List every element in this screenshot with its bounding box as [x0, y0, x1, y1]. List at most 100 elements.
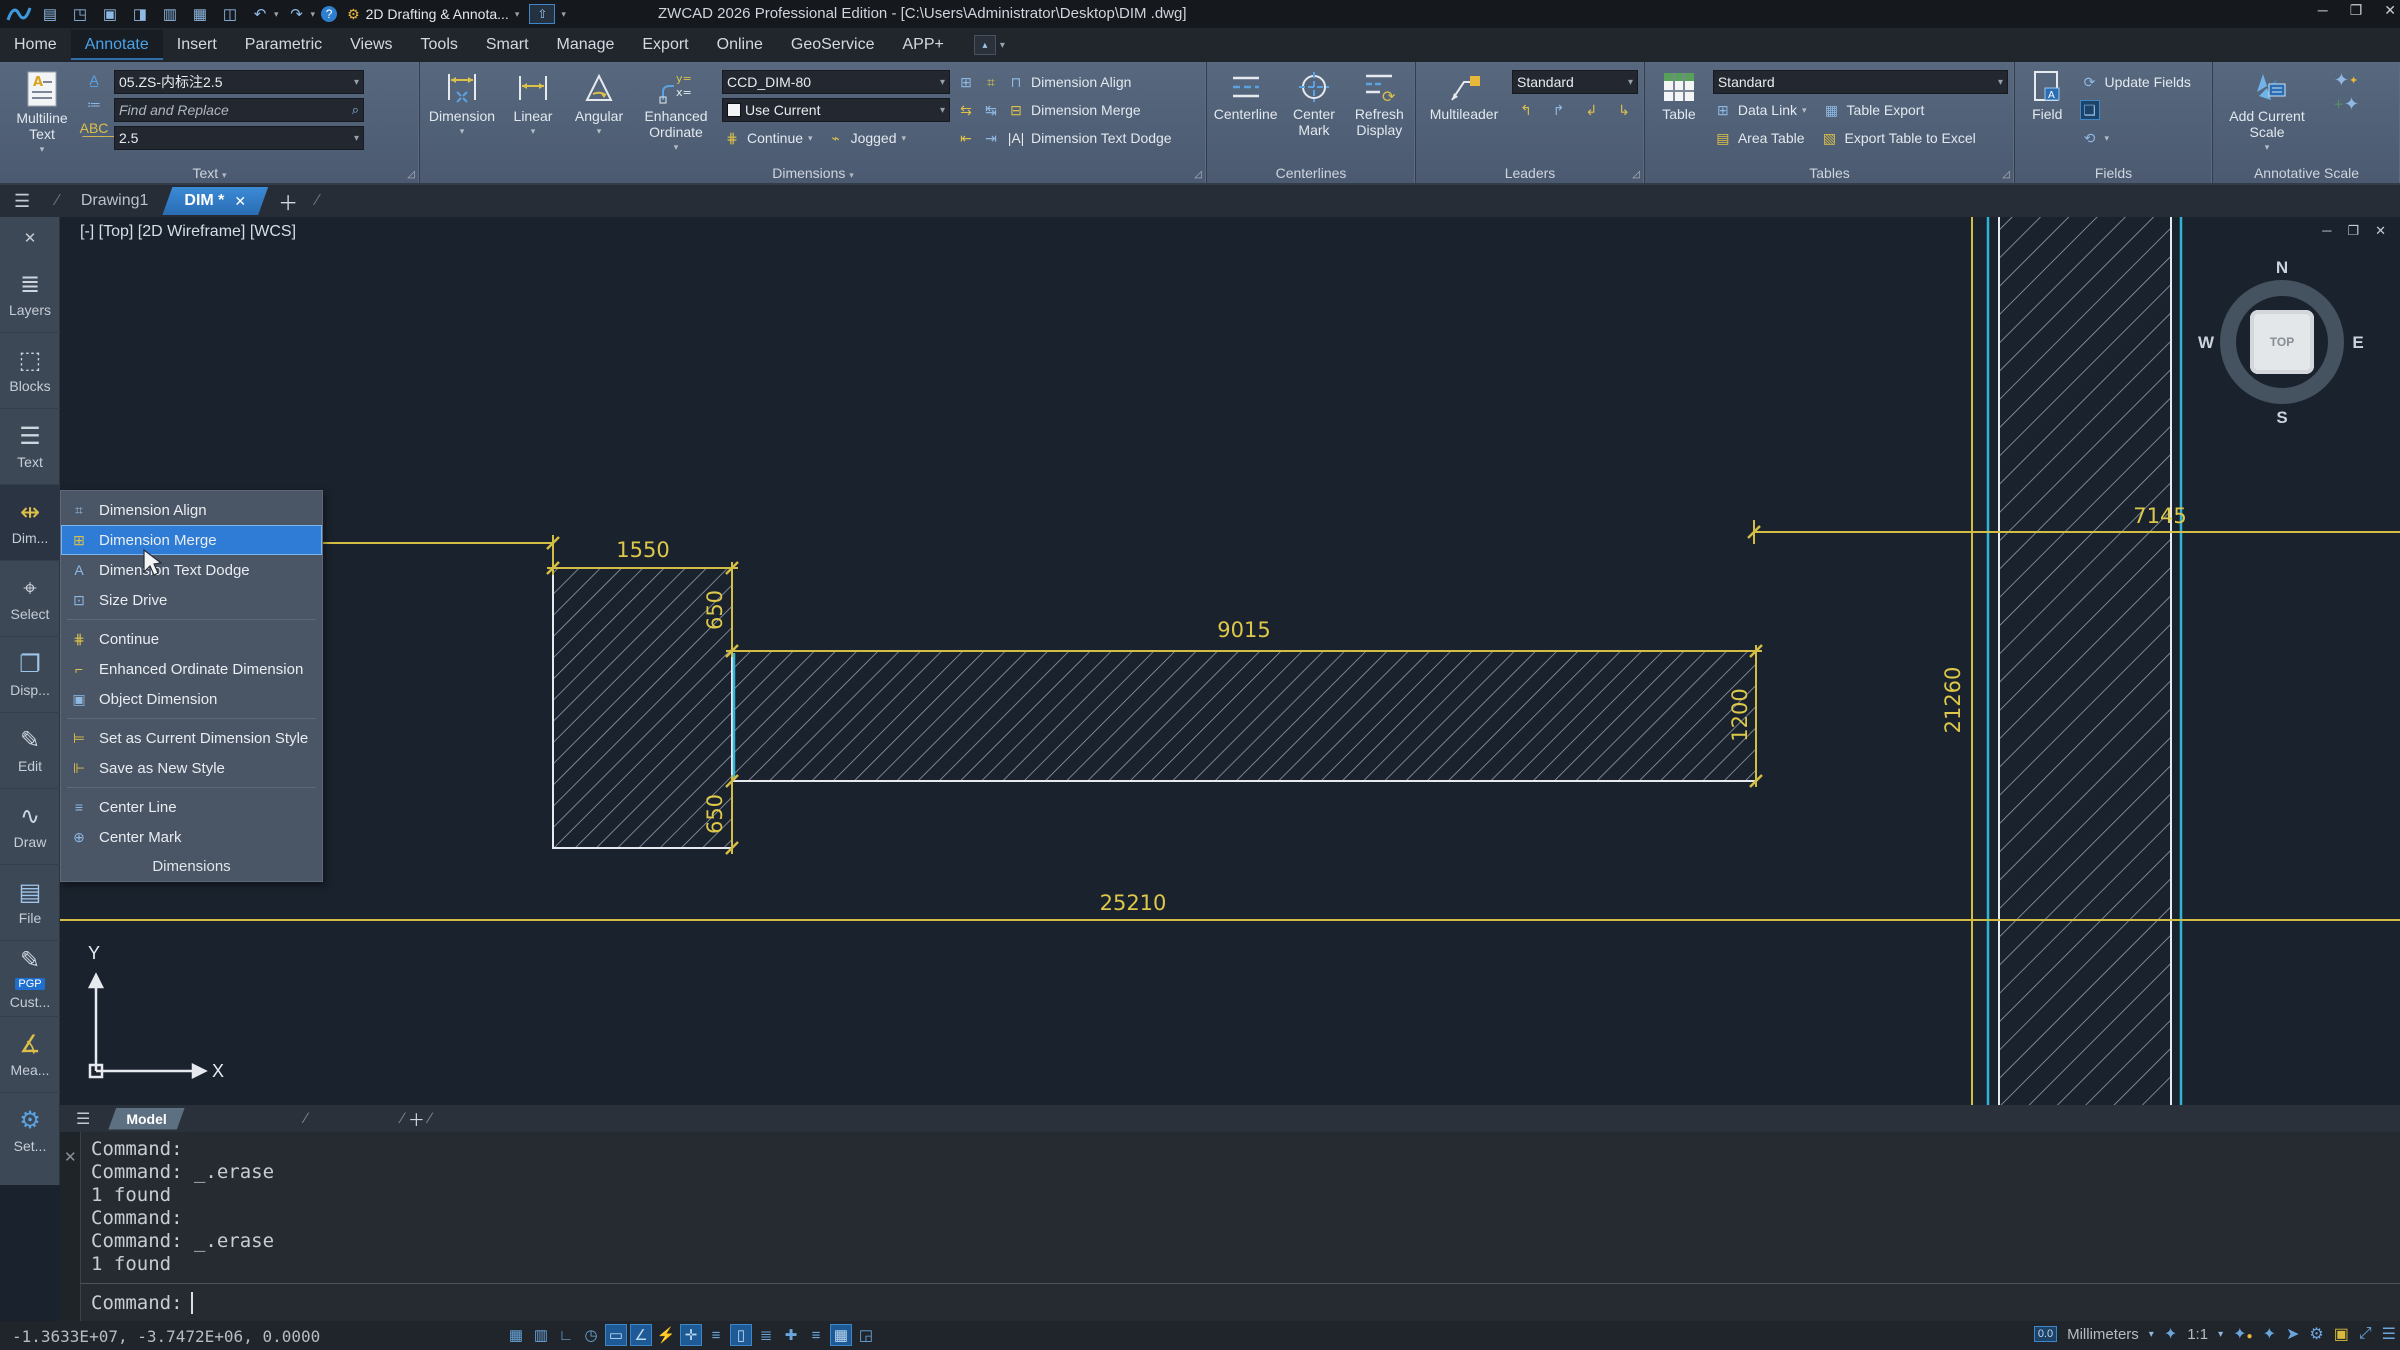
field-display-icon[interactable]: ❏ — [2080, 100, 2100, 120]
remove-leader-icon[interactable]: ↱ — [1549, 100, 1569, 120]
sidebar-item-blocks[interactable]: ⬚Blocks — [0, 333, 60, 409]
dimensions-dialog-launcher[interactable]: ◿ — [1194, 169, 1202, 180]
new-layout-button[interactable]: ＋ — [408, 1106, 425, 1131]
redo-dropdown-caret[interactable]: ▾ — [311, 9, 316, 20]
dim-flip-icon[interactable]: ⇆ — [956, 100, 976, 120]
restore-button[interactable]: ❐ — [2350, 2, 2363, 19]
menu-item-dimension-text-dodge[interactable]: ADimension Text Dodge — [61, 555, 322, 585]
print-icon[interactable]: ▦ — [188, 4, 212, 24]
text-style-icon[interactable]: A̲ — [84, 70, 104, 90]
quick-properties-icon[interactable]: ✚ — [780, 1324, 802, 1346]
data-link-icon[interactable]: ⊞ — [1713, 100, 1733, 120]
linear-button[interactable]: Linear ▾ — [504, 66, 562, 163]
collect-leader-icon[interactable]: ↳ — [1614, 100, 1634, 120]
dynamic-input-icon[interactable]: ▯ — [730, 1324, 752, 1346]
centerline-button[interactable]: Centerline — [1213, 66, 1278, 163]
dim-space-icon[interactable]: ⌗ — [981, 72, 1001, 92]
vp-close-icon[interactable]: ✕ — [2375, 223, 2386, 239]
angular-button[interactable]: Angular ▾ — [568, 66, 630, 163]
multileader-button[interactable]: Multileader — [1422, 66, 1506, 163]
tab-parametric[interactable]: Parametric — [231, 30, 336, 60]
units-select[interactable]: Millimeters — [2067, 1326, 2139, 1343]
tab-app-plus[interactable]: APP+ — [888, 30, 957, 60]
annotation-scale-value[interactable]: 1:1 — [2187, 1326, 2208, 1343]
enhanced-ordinate-caret[interactable]: ▾ — [674, 142, 679, 153]
field-button[interactable]: A Field — [2021, 66, 2074, 163]
tab-annotate[interactable]: Annotate — [71, 30, 163, 60]
tab-views[interactable]: Views — [336, 30, 406, 60]
field-refresh-icon[interactable]: ⟲ — [2080, 128, 2100, 148]
add-current-scale-caret[interactable]: ▾ — [2265, 142, 2270, 153]
sidebar-item-edit[interactable]: ✎Edit — [0, 713, 60, 789]
sidebar-item-dimension[interactable]: ⇹Dim... — [0, 485, 60, 561]
jogged-dimension-icon[interactable]: ⌁ — [826, 128, 846, 148]
tab-geoservice[interactable]: GeoService — [777, 30, 889, 60]
save-as-icon[interactable]: ◨ — [128, 4, 152, 24]
lineweight-icon[interactable]: ≡ — [705, 1324, 727, 1346]
command-history[interactable]: Command: Command: _.erase 1 found Comman… — [80, 1132, 2400, 1283]
menu-item-save-new-style[interactable]: ⊩Save as New Style — [61, 753, 322, 783]
undo-dropdown-caret[interactable]: ▾ — [274, 9, 279, 20]
tables-dialog-launcher[interactable]: ◿ — [2002, 169, 2010, 180]
selection-cycling-icon[interactable]: ➤ — [2286, 1324, 2299, 1344]
add-current-scale-button[interactable]: Add Current Scale ▾ — [2219, 66, 2315, 163]
menu-item-continue[interactable]: ⋕Continue — [61, 624, 322, 654]
dim-text-icon[interactable]: |A| — [1006, 128, 1026, 148]
multiline-text-button[interactable]: A Multiline Text ▾ — [6, 66, 78, 163]
dim-text-1200[interactable]: 1200 — [1728, 688, 1752, 741]
text-style-select[interactable]: 05.ZS-内标注2.5▾ — [114, 70, 364, 94]
compass-south[interactable]: S — [2272, 408, 2292, 428]
minimize-button[interactable]: ─ — [2318, 2, 2328, 19]
cloud-caret[interactable]: ▾ — [561, 9, 566, 20]
menu-item-dimension-merge[interactable]: ⊞Dimension Merge — [61, 525, 322, 555]
table-style-select[interactable]: Standard▾ — [1713, 70, 2008, 94]
compass-top-face[interactable]: TOP — [2250, 310, 2314, 374]
sidebar-item-file[interactable]: ▤File — [0, 865, 60, 941]
dim-merge-icon[interactable]: ⊟ — [1006, 100, 1026, 120]
hardware-acceleration-gear-icon[interactable]: ⚙ — [2309, 1324, 2323, 1344]
layout-tab-model[interactable]: Model — [108, 1108, 184, 1130]
text-dialog-launcher[interactable]: ◿ — [407, 169, 415, 180]
dim-text-25210[interactable]: 25210 — [1100, 891, 1167, 915]
annotation-visibility-icon[interactable]: ✦● — [2233, 1324, 2252, 1344]
object-snap-icon[interactable]: ▭ — [605, 1324, 627, 1346]
table-export-icon[interactable]: ▦ — [1822, 100, 1842, 120]
dim-text-9015[interactable]: 9015 — [1217, 618, 1270, 642]
workspace-corner-icon[interactable]: ◲ — [855, 1324, 877, 1346]
grid-icon[interactable]: ▦ — [505, 1324, 527, 1346]
dimension-text-dodge-label[interactable]: Dimension Text Dodge — [1031, 130, 1172, 146]
menu-item-enhanced-ordinate[interactable]: ⌐Enhanced Ordinate Dimension — [61, 654, 322, 684]
status-menu-icon[interactable]: ☰ — [2382, 1324, 2396, 1344]
refresh-display-button[interactable]: ⟳ Refresh Display — [1350, 66, 1409, 163]
align-leader-icon[interactable]: ↲ — [1581, 100, 1601, 120]
quick-snap-icon[interactable]: ⚡ — [655, 1324, 677, 1346]
command-input[interactable]: Command: — [80, 1283, 2400, 1321]
command-close-icon[interactable]: ✕ — [64, 1148, 77, 1166]
find-replace-input[interactable]: Find and Replace⌕ — [114, 98, 364, 122]
doc-tab-close-icon[interactable]: ✕ — [234, 193, 246, 210]
enhanced-ordinate-button[interactable]: y=x= Enhanced Ordinate ▾ — [636, 66, 716, 163]
snap-icon[interactable]: ▥ — [530, 1324, 552, 1346]
close-button[interactable]: ✕ — [2384, 2, 2396, 19]
scale-caret[interactable]: ▾ — [2218, 1329, 2223, 1340]
sidebar-item-text[interactable]: ☰Text — [0, 409, 60, 485]
update-fields-icon[interactable]: ⟳ — [2080, 72, 2100, 92]
workspace-switcher[interactable]: ⚙ 2D Drafting & Annota... ▾ — [347, 6, 519, 23]
scale-list-icon[interactable]: ✦✦ — [2336, 70, 2356, 90]
sidebar-close-icon[interactable]: ✕ — [0, 229, 60, 247]
new-doc-tab-button[interactable]: ＋ — [278, 187, 298, 216]
ribbon-collapse-icon[interactable]: ▴ — [974, 35, 996, 55]
sidebar-item-draw[interactable]: ∿Draw — [0, 789, 60, 865]
area-table-label[interactable]: Area Table — [1738, 130, 1805, 146]
leaders-dialog-launcher[interactable]: ◿ — [1632, 169, 1640, 180]
angle-snap-icon[interactable]: ∠ — [630, 1324, 652, 1346]
copy-icon[interactable]: ▥ — [158, 4, 182, 24]
sidebar-item-select[interactable]: ⌖Select — [0, 561, 60, 637]
fullscreen-icon[interactable]: ⤢ — [2359, 1325, 2372, 1343]
dimension-style-select[interactable]: CCD_DIM-80▾ — [722, 70, 950, 94]
search-icon[interactable]: ⌕ — [352, 102, 359, 118]
new-file-icon[interactable]: ▤ — [38, 4, 62, 24]
compass-west[interactable]: W — [2196, 333, 2216, 353]
data-link-label[interactable]: Data Link — [1738, 102, 1797, 118]
menu-item-object-dimension[interactable]: ▣Object Dimension — [61, 684, 322, 714]
